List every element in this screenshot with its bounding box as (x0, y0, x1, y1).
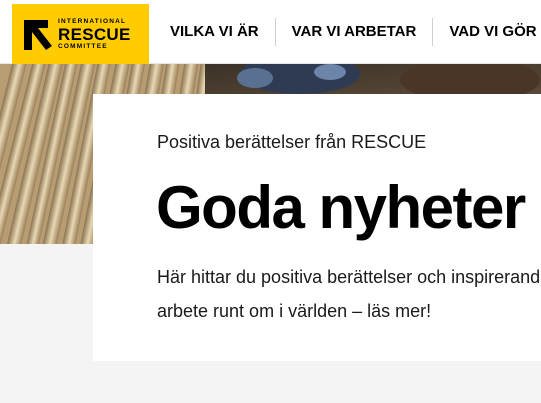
card-description-line-2: arbete runt om i världen – läs mer! (157, 301, 432, 321)
nav-item-vad-vi-gor[interactable]: VAD VI GÖR (433, 0, 541, 64)
logo-wordmark: INTERNATIONAL RESCUE COMMITTEE (58, 18, 138, 51)
rescue-arrow-icon (24, 20, 52, 50)
nav-item-var-vi-arbetar[interactable]: VAR VI ARBETAR (276, 0, 433, 64)
intro-card: Positiva berättelser från RESCUE Goda ny… (93, 94, 541, 361)
main-nav: VILKA VI ÄR VAR VI ARBETAR VAD VI GÖR (149, 0, 541, 64)
logo-text-main: RESCUE (58, 25, 131, 44)
nav-item-vilka-vi-ar[interactable]: VILKA VI ÄR (149, 0, 275, 64)
logo-text-bottom: COMMITTEE (58, 43, 108, 50)
rescue-logo[interactable]: INTERNATIONAL RESCUE COMMITTEE (12, 4, 149, 64)
card-description: Här hittar du positiva berättelser och i… (157, 260, 541, 328)
card-description-line-1: Här hittar du positiva berättelser och i… (157, 267, 541, 287)
logo-lockup: INTERNATIONAL RESCUE COMMITTEE (24, 18, 134, 54)
page-title: Goda nyheter (156, 174, 526, 241)
site-header: INTERNATIONAL RESCUE COMMITTEE VILKA VI … (0, 0, 541, 64)
card-eyebrow: Positiva berättelser från RESCUE (157, 132, 427, 152)
page: INTERNATIONAL RESCUE COMMITTEE VILKA VI … (0, 0, 541, 403)
